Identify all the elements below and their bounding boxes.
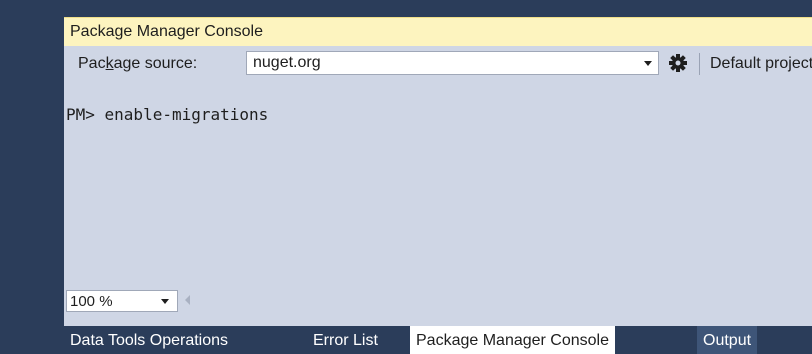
zoom-dropdown[interactable]: 100 % bbox=[66, 290, 178, 312]
tab-error-list[interactable]: Error List bbox=[307, 326, 384, 354]
package-manager-console-panel: Package Manager Console Package source: … bbox=[64, 17, 812, 354]
chevron-down-icon[interactable] bbox=[644, 61, 652, 66]
package-source-dropdown[interactable]: nuget.org bbox=[246, 51, 659, 75]
tab-output[interactable]: Output bbox=[697, 326, 758, 354]
console-output-area[interactable]: PM> enable-migrations bbox=[64, 80, 812, 288]
chevron-down-icon[interactable] bbox=[161, 299, 169, 304]
ide-window: Package Manager Console Package source: … bbox=[0, 0, 812, 354]
default-project-label: Default project: bbox=[710, 55, 812, 72]
scroll-left-arrow-icon[interactable] bbox=[185, 295, 190, 305]
console-toolbar: Package source: nuget.org Default projec… bbox=[64, 46, 812, 80]
gear-icon[interactable] bbox=[667, 52, 689, 74]
tab-data-tools-operations[interactable]: Data Tools Operations bbox=[64, 326, 234, 354]
package-source-value: nuget.org bbox=[253, 54, 321, 71]
tab-package-manager-console[interactable]: Package Manager Console bbox=[410, 326, 616, 354]
toolbar-separator bbox=[699, 53, 700, 75]
panel-title: Package Manager Console bbox=[70, 23, 264, 40]
zoom-value: 100 % bbox=[70, 293, 113, 310]
package-source-label: Package source: bbox=[78, 55, 198, 72]
panel-title-bar[interactable]: Package Manager Console bbox=[64, 17, 812, 46]
tool-window-tabs: Data Tools Operations Error List Package… bbox=[64, 326, 812, 354]
console-status-row: 100 % bbox=[64, 288, 812, 312]
console-command-line: PM> enable-migrations bbox=[66, 105, 269, 124]
